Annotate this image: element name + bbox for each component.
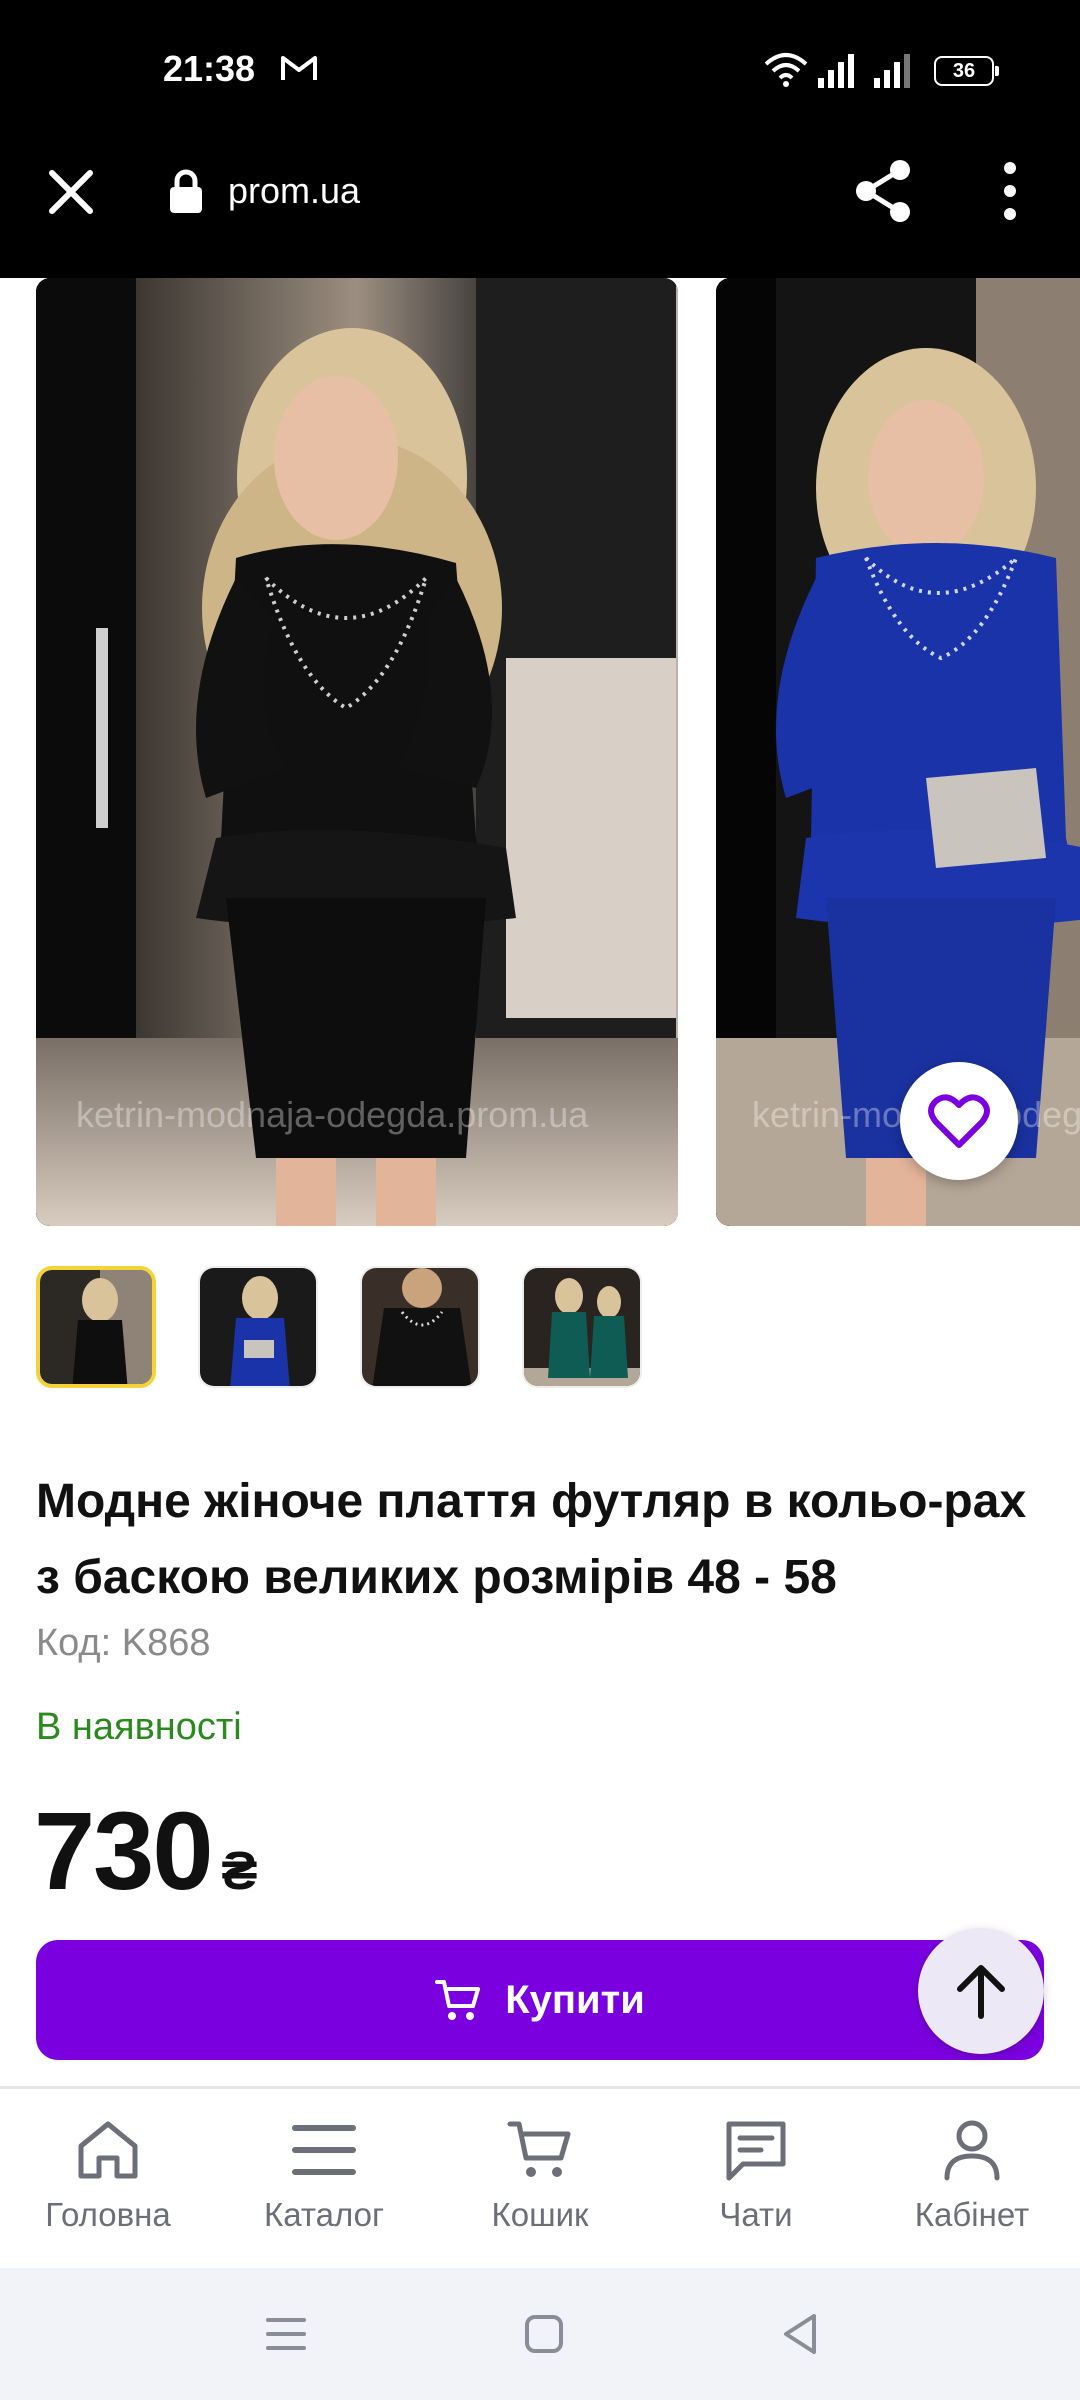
chat-icon — [726, 2121, 786, 2181]
product-photo-image — [716, 278, 1080, 1226]
buy-button-label: Купити — [505, 1977, 645, 2022]
scroll-to-top-button[interactable] — [918, 1928, 1044, 2054]
nav-item-chats[interactable]: Чати — [656, 2118, 856, 2234]
product-photo-image — [36, 278, 678, 1226]
recent-apps-icon[interactable] — [266, 2314, 306, 2354]
home-button-icon[interactable] — [524, 2314, 564, 2354]
url-text[interactable]: prom.ua — [228, 170, 360, 212]
back-icon[interactable] — [780, 2312, 820, 2356]
availability-status: В наявності — [36, 1706, 242, 1748]
thumbnail-3[interactable] — [360, 1266, 480, 1388]
thumbnail-image — [200, 1268, 316, 1386]
signal-icon — [874, 54, 910, 88]
nav-label: Чати — [719, 2196, 793, 2233]
browser-toolbar — [0, 140, 1080, 278]
product-title: Модне жіноче плаття футляр в кольо-рах з… — [36, 1475, 1027, 1604]
buy-button[interactable]: Купити — [36, 1940, 1044, 2060]
thumbnail-image — [362, 1268, 478, 1386]
currency-symbol: ₴ — [221, 1841, 258, 1901]
close-icon[interactable] — [44, 165, 98, 219]
more-vert-icon[interactable] — [990, 160, 1030, 222]
gmail-icon — [281, 56, 317, 80]
battery-icon: 36 — [934, 56, 999, 86]
wifi-icon — [764, 53, 808, 87]
nav-label: Головна — [45, 2196, 171, 2233]
divider — [0, 2086, 1080, 2089]
share-icon[interactable] — [852, 158, 914, 224]
watermark: ketrin-modnaja-odegda.prom.ua — [76, 1094, 589, 1135]
nav-item-home[interactable]: Головна — [8, 2118, 208, 2234]
system-navigation-bar — [0, 2268, 1080, 2400]
catalog-menu-icon — [292, 2125, 356, 2175]
bottom-navigation: Головна Каталог Кошик Чати Кабінет — [0, 2090, 1080, 2268]
product-photo[interactable]: ketrin-modnaja-odegda.prom.ua — [716, 278, 1080, 1226]
status-time: 21:38 — [163, 48, 256, 89]
nav-item-profile[interactable]: Кабінет — [872, 2118, 1072, 2234]
nav-label: Кошик — [491, 2196, 589, 2233]
status-bar: 21:38 36 — [0, 0, 1080, 140]
profile-icon — [944, 2120, 1000, 2181]
nav-item-cart[interactable]: Кошик — [440, 2118, 640, 2234]
product-photo[interactable]: ketrin-modnaja-odegda.prom.ua — [36, 278, 678, 1226]
thumbnail-image — [40, 1270, 152, 1384]
lock-icon — [170, 169, 202, 213]
cart-icon — [507, 2121, 571, 2177]
thumbnail-1[interactable] — [36, 1266, 156, 1388]
price-value: 730 — [34, 1790, 214, 1913]
thumbnail-2[interactable] — [198, 1266, 318, 1388]
arrow-up-icon — [957, 1965, 1005, 2019]
favorite-button[interactable] — [900, 1062, 1018, 1180]
product-sku: Код: K868 — [36, 1622, 211, 1664]
nav-label: Каталог — [264, 2196, 384, 2233]
price: 730 ₴ — [34, 1788, 258, 1915]
nav-item-catalog[interactable]: Каталог — [224, 2118, 424, 2234]
heart-icon — [928, 1094, 990, 1148]
nav-label: Кабінет — [914, 2196, 1030, 2233]
signal-icon — [818, 54, 854, 88]
thumbnail-4[interactable] — [522, 1266, 642, 1388]
cart-icon — [435, 1980, 481, 2020]
thumbnail-image — [524, 1268, 640, 1386]
home-icon — [78, 2121, 138, 2179]
